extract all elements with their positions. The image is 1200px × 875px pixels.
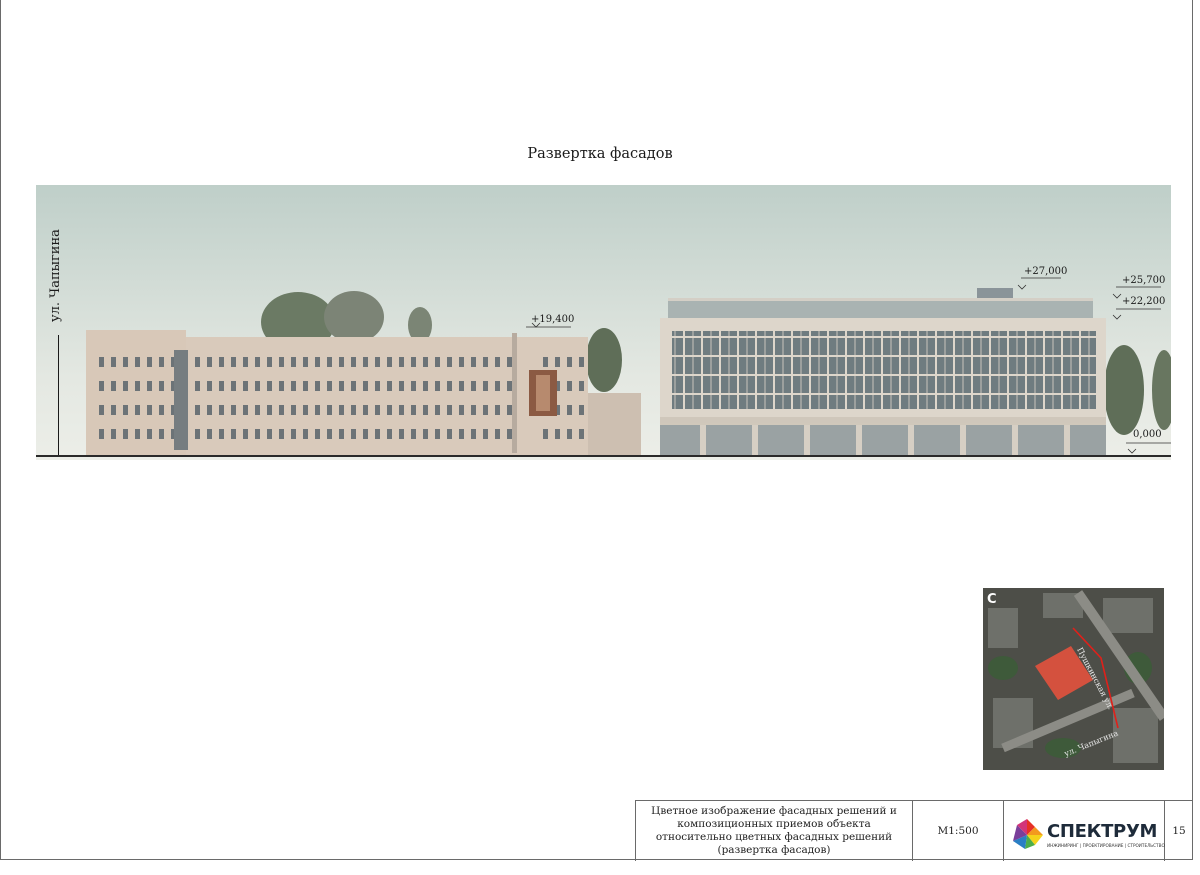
left-building (86, 330, 641, 455)
drawing-description: Цветное изображение фасадных решений и к… (636, 801, 913, 861)
location-map: С Пушкинская ул. ул. Чапыгина (983, 588, 1164, 770)
company-name: СПЕКТРУМ (1047, 821, 1158, 842)
elevation-right-parapet-lower: +22,200 (1122, 296, 1166, 307)
ground-line (36, 455, 1171, 457)
company-logo: СПЕКТРУМ ИНЖИНИРИНГ | ПРОЕКТИРОВАНИЕ | С… (1004, 801, 1165, 861)
street-axis-line (58, 335, 59, 455)
sheet-title: Развертка фасадов (527, 146, 673, 162)
drawing-scale: М1:500 (913, 801, 1004, 861)
street-label-chapygina: ул. Чапыгина (48, 229, 63, 322)
title-block: Цветное изображение фасадных решений и к… (635, 800, 1193, 861)
elevation-right-top: +27,000 (1024, 266, 1068, 277)
spectrum-logo-icon (1013, 819, 1043, 849)
north-mark: С (987, 592, 997, 607)
facade-elevation-drawing (36, 185, 1171, 460)
elevation-ground: 0,000 (1133, 429, 1162, 440)
elevation-right-parapet-upper: +25,700 (1122, 275, 1166, 286)
company-tagline: ИНЖИНИРИНГ | ПРОЕКТИРОВАНИЕ | СТРОИТЕЛЬС… (1047, 843, 1165, 848)
elevation-left-top: +19,400 (531, 314, 575, 325)
sheet-number: 15 (1172, 825, 1186, 837)
right-building (660, 288, 1106, 455)
